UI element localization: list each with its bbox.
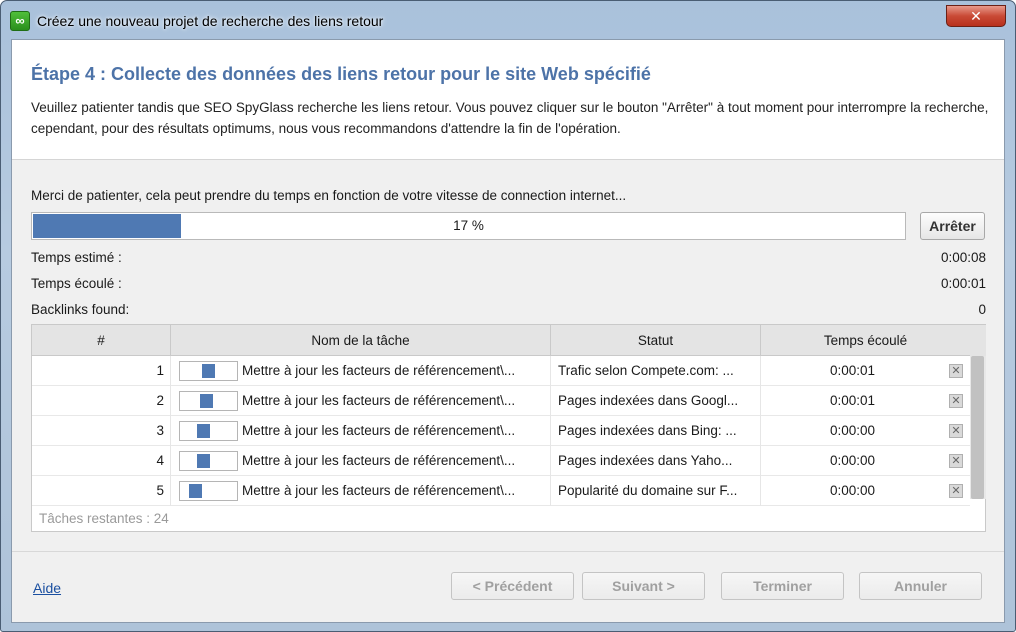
elapsed-time-value: 0:00:01 bbox=[940, 276, 986, 291]
finish-button[interactable]: Terminer bbox=[721, 572, 844, 600]
dialog-content: Étape 4 : Collecte des données des liens… bbox=[11, 39, 1005, 623]
task-name: Mettre à jour les facteurs de référencem… bbox=[242, 483, 516, 498]
row-number: 1 bbox=[32, 356, 171, 386]
task-status: Popularité du domaine sur F... bbox=[551, 476, 761, 506]
estimated-time-row: Temps estimé : 0:00:08 bbox=[31, 250, 986, 265]
table-header: # Nom de la tâche Statut Temps écoulé bbox=[32, 325, 970, 356]
stop-button[interactable]: Arrêter bbox=[920, 212, 985, 240]
task-progress-fill bbox=[201, 364, 215, 378]
tasks-table: # Nom de la tâche Statut Temps écoulé 1 … bbox=[31, 324, 986, 532]
task-elapsed: 0:00:00 bbox=[829, 423, 876, 438]
link-icon: ∞ bbox=[10, 11, 30, 31]
task-status: Pages indexées dans Googl... bbox=[551, 386, 761, 416]
task-progress-bar bbox=[179, 481, 238, 501]
time-cell: 0:00:00 ✕ bbox=[761, 416, 970, 446]
column-header-elapsed[interactable]: Temps écoulé bbox=[761, 325, 970, 356]
task-progress-fill bbox=[197, 454, 211, 468]
time-cell: 0:00:01 ✕ bbox=[761, 386, 970, 416]
task-elapsed: 0:00:00 bbox=[829, 453, 876, 468]
task-name: Mettre à jour les facteurs de référencem… bbox=[242, 423, 516, 438]
help-link[interactable]: Aide bbox=[33, 580, 61, 596]
next-button[interactable]: Suivant > bbox=[582, 572, 705, 600]
header-corner bbox=[970, 325, 986, 356]
task-cell: Mettre à jour les facteurs de référencem… bbox=[171, 416, 551, 446]
table-row[interactable]: 2 Mettre à jour les facteurs de référenc… bbox=[32, 386, 970, 416]
elapsed-time-row: Temps écoulé : 0:00:01 bbox=[31, 276, 986, 291]
row-number: 4 bbox=[32, 446, 171, 476]
task-cell: Mettre à jour les facteurs de référencem… bbox=[171, 476, 551, 506]
table-row[interactable]: 5 Mettre à jour les facteurs de référenc… bbox=[32, 476, 970, 506]
window-title: Créez une nouveau projet de recherche de… bbox=[37, 13, 384, 29]
row-number: 5 bbox=[32, 476, 171, 506]
task-progress-bar bbox=[179, 421, 238, 441]
task-elapsed: 0:00:00 bbox=[829, 483, 876, 498]
previous-button[interactable]: < Précédent bbox=[451, 572, 574, 600]
cancel-button[interactable]: Annuler bbox=[859, 572, 982, 600]
time-cell: 0:00:01 ✕ bbox=[761, 356, 970, 386]
remove-task-button[interactable]: ✕ bbox=[949, 394, 963, 408]
remove-task-button[interactable]: ✕ bbox=[949, 364, 963, 378]
task-progress-bar bbox=[179, 361, 238, 381]
table-row[interactable]: 3 Mettre à jour les facteurs de référenc… bbox=[32, 416, 970, 446]
task-status: Pages indexées dans Yaho... bbox=[551, 446, 761, 476]
vertical-scrollbar[interactable] bbox=[970, 356, 986, 499]
progress-percent: 17 % bbox=[453, 218, 484, 233]
dialog-window: ∞ Créez une nouveau projet de recherche … bbox=[0, 0, 1016, 632]
table-row[interactable]: 1 Mettre à jour les facteurs de référenc… bbox=[32, 356, 970, 386]
step-header: Étape 4 : Collecte des données des liens… bbox=[12, 40, 1004, 160]
column-header-number[interactable]: # bbox=[32, 325, 171, 356]
task-progress-bar bbox=[179, 391, 238, 411]
task-progress-fill bbox=[199, 394, 213, 408]
time-cell: 0:00:00 ✕ bbox=[761, 476, 970, 506]
task-name: Mettre à jour les facteurs de référencem… bbox=[242, 393, 516, 408]
table-row[interactable]: 4 Mettre à jour les facteurs de référenc… bbox=[32, 446, 970, 476]
estimated-time-label: Temps estimé : bbox=[31, 250, 122, 265]
task-cell: Mettre à jour les facteurs de référencem… bbox=[171, 386, 551, 416]
elapsed-time-label: Temps écoulé : bbox=[31, 276, 122, 291]
remaining-tasks: Tâches restantes : 24 bbox=[39, 511, 169, 526]
remove-task-button[interactable]: ✕ bbox=[949, 424, 963, 438]
footer-divider bbox=[12, 551, 1004, 552]
step-description: Veuillez patienter tandis que SEO SpyGla… bbox=[31, 100, 989, 136]
scrollbar-thumb[interactable] bbox=[971, 356, 984, 499]
step-title: Étape 4 : Collecte des données des liens… bbox=[31, 64, 651, 84]
task-progress-bar bbox=[179, 451, 238, 471]
task-progress-fill bbox=[188, 484, 202, 498]
task-status: Trafic selon Compete.com: ... bbox=[551, 356, 761, 386]
close-icon: ✕ bbox=[970, 8, 982, 24]
backlinks-value: 0 bbox=[978, 302, 986, 317]
task-name: Mettre à jour les facteurs de référencem… bbox=[242, 453, 516, 468]
column-header-status[interactable]: Statut bbox=[551, 325, 761, 356]
backlinks-label: Backlinks found: bbox=[31, 302, 130, 317]
remove-task-button[interactable]: ✕ bbox=[949, 454, 963, 468]
row-number: 3 bbox=[32, 416, 171, 446]
task-elapsed: 0:00:01 bbox=[829, 363, 876, 378]
wait-message: Merci de patienter, cela peut prendre du… bbox=[31, 188, 627, 203]
column-header-task[interactable]: Nom de la tâche bbox=[171, 325, 551, 356]
close-button[interactable]: ✕ bbox=[946, 5, 1006, 27]
task-progress-fill bbox=[197, 424, 211, 438]
task-elapsed: 0:00:01 bbox=[829, 393, 876, 408]
remove-task-button[interactable]: ✕ bbox=[949, 484, 963, 498]
task-name: Mettre à jour les facteurs de référencem… bbox=[242, 363, 516, 378]
main-progress-bar: 17 % bbox=[31, 212, 906, 240]
task-cell: Mettre à jour les facteurs de référencem… bbox=[171, 356, 551, 386]
task-cell: Mettre à jour les facteurs de référencem… bbox=[171, 446, 551, 476]
row-number: 2 bbox=[32, 386, 171, 416]
backlinks-row: Backlinks found: 0 bbox=[31, 302, 986, 317]
title-bar[interactable]: ∞ Créez une nouveau projet de recherche … bbox=[1, 1, 1015, 39]
estimated-time-value: 0:00:08 bbox=[940, 250, 986, 265]
time-cell: 0:00:00 ✕ bbox=[761, 446, 970, 476]
task-status: Pages indexées dans Bing: ... bbox=[551, 416, 761, 446]
